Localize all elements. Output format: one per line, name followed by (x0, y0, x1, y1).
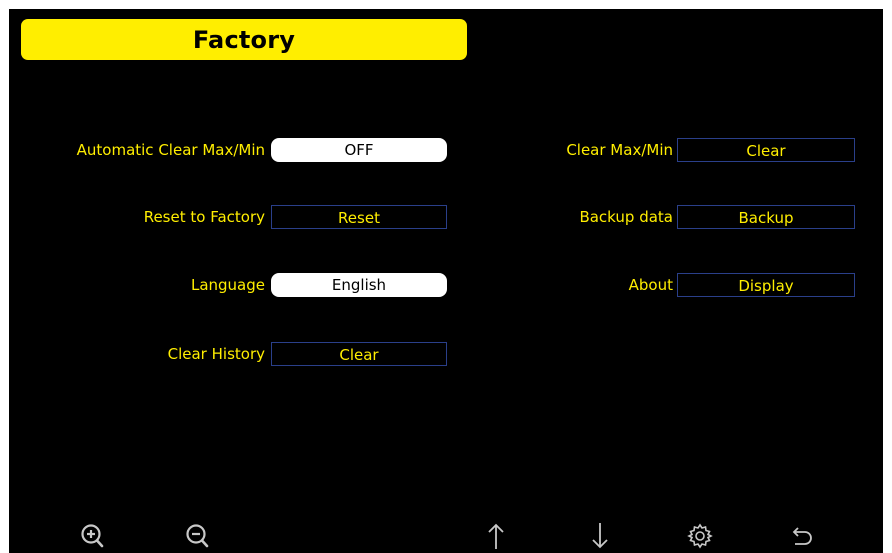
arrow-down-icon[interactable] (585, 521, 615, 551)
title-bar: Factory (21, 19, 467, 60)
reset-factory-label: Reset to Factory (143, 208, 265, 226)
clear-maxmin-label: Clear Max/Min (566, 141, 673, 159)
language-label: Language (190, 276, 265, 294)
zoom-in-icon[interactable] (77, 521, 107, 551)
arrow-up-icon[interactable] (481, 521, 511, 551)
clear-history-button[interactable]: Clear (271, 342, 447, 366)
backup-button[interactable]: Backup (677, 205, 855, 229)
language-select[interactable]: English (271, 273, 447, 297)
clear-maxmin-button[interactable]: Clear (677, 138, 855, 162)
page-title: Factory (192, 25, 296, 54)
gear-icon[interactable] (685, 521, 715, 551)
reset-button[interactable]: Reset (271, 205, 447, 229)
bottom-toolbar (9, 513, 883, 553)
factory-settings-screen: Factory Automatic Clear Max/Min OFF Rese… (9, 9, 883, 553)
zoom-out-icon[interactable] (182, 521, 212, 551)
clear-history-label: Clear History (167, 345, 265, 363)
auto-clear-label: Automatic Clear Max/Min (76, 141, 265, 159)
display-button[interactable]: Display (677, 273, 855, 297)
auto-clear-toggle[interactable]: OFF (271, 138, 447, 162)
backup-data-label: Backup data (579, 208, 673, 226)
back-icon[interactable] (787, 521, 817, 551)
about-label: About (628, 276, 673, 294)
